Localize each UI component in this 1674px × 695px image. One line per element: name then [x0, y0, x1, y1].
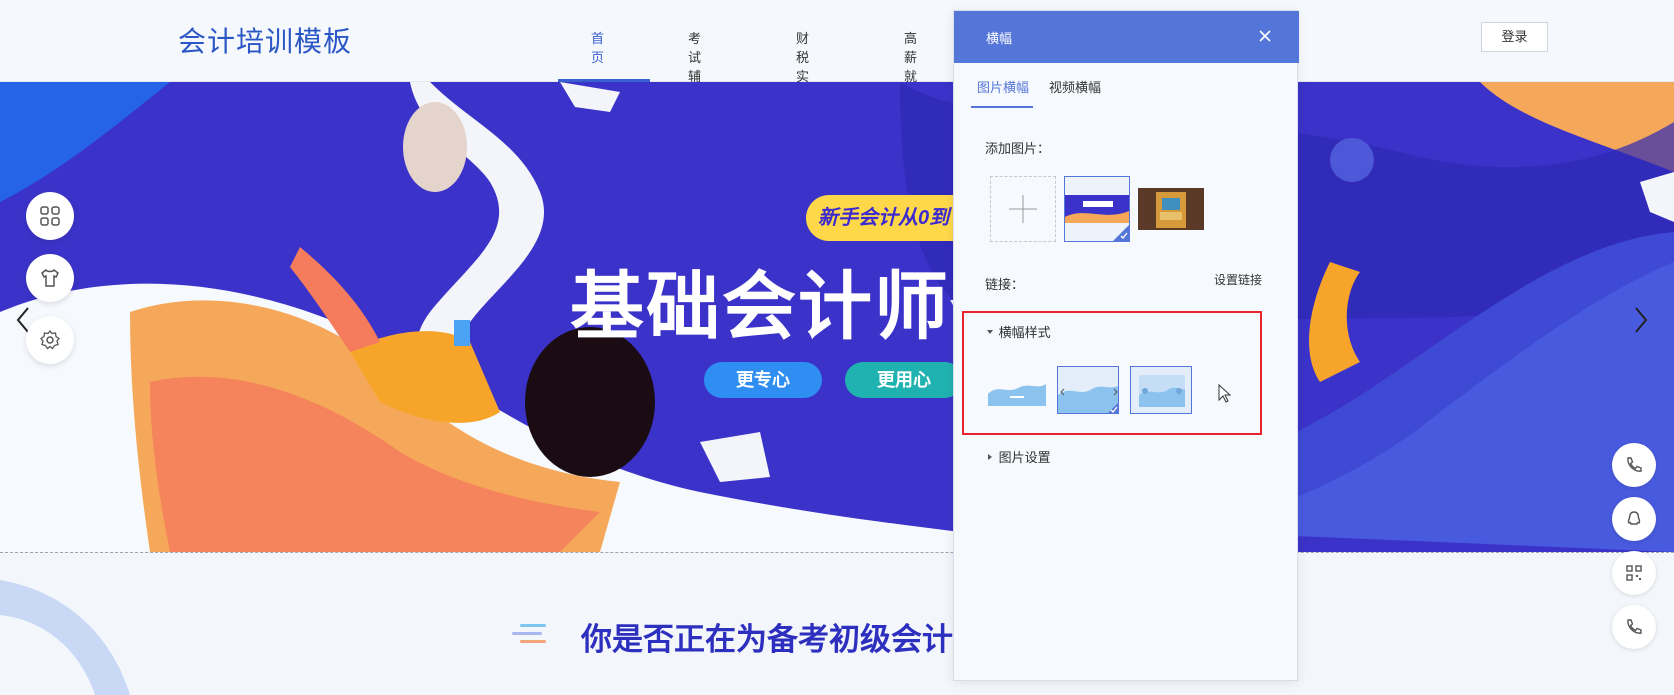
banner-image-thumbnail-2[interactable]	[1138, 176, 1204, 242]
add-image-button[interactable]	[990, 176, 1056, 242]
hero-banner: 新手会计从0到 基础会计师备 更专心 更用心	[0, 82, 1674, 552]
style-preview-arrows	[1058, 367, 1118, 413]
image-settings-toggle[interactable]: 图片设置	[985, 447, 1051, 466]
add-image-label: 添加图片：	[985, 141, 1051, 156]
shirt-icon	[41, 268, 59, 287]
heading-lines-icon	[512, 624, 546, 643]
site-header: 会计培训模板 首页 考试辅导 财税实务 高薪就业 登录	[0, 0, 1674, 103]
layout-tool-button[interactable]	[26, 192, 74, 240]
plus-icon	[1009, 195, 1037, 223]
settings-tool-button[interactable]	[26, 316, 74, 364]
chevron-right-icon	[1635, 307, 1648, 333]
panel-close-button[interactable]	[1254, 25, 1276, 47]
qr-code-icon	[1626, 565, 1642, 581]
panel-header: 横幅	[954, 11, 1299, 63]
banner-pill-care: 更用心	[845, 362, 963, 398]
gear-icon	[40, 329, 60, 350]
banner-style-toggle[interactable]: 横幅样式	[985, 322, 1051, 341]
style-preview-fullwidth	[988, 366, 1050, 414]
float-qq-button[interactable]	[1612, 497, 1656, 541]
banner-next-arrow[interactable]	[1630, 300, 1654, 340]
banner-pill-focus: 更专心	[704, 362, 822, 398]
qq-icon	[1627, 511, 1641, 525]
close-icon	[1259, 30, 1271, 42]
banner-image-thumbnail-1[interactable]	[1064, 176, 1130, 242]
image-settings-label: 图片设置	[998, 450, 1051, 465]
banner-style-option-2[interactable]	[1057, 366, 1119, 414]
tab-video-banner[interactable]: 视频横幅	[1049, 77, 1101, 96]
float-phone-button[interactable]	[1612, 443, 1656, 487]
caret-down-icon	[987, 330, 993, 334]
phone-icon	[1627, 619, 1642, 634]
link-label: 链接：	[985, 277, 1025, 292]
mouse-cursor-icon	[1218, 384, 1232, 403]
banner-style-option-1[interactable]	[988, 366, 1050, 414]
login-button[interactable]: 登录	[1481, 22, 1548, 52]
banner-style-label: 横幅样式	[998, 325, 1051, 340]
set-link-button[interactable]: 设置链接	[1214, 271, 1262, 288]
float-phone-button-2[interactable]	[1612, 605, 1656, 649]
style-preview-boxed	[1131, 367, 1191, 413]
panel-title: 横幅	[986, 31, 1013, 46]
banner-thumbnail-image	[1138, 176, 1204, 242]
site-logo[interactable]: 会计培训模板	[178, 20, 352, 60]
section-divider	[0, 552, 1674, 553]
float-qr-button[interactable]	[1612, 551, 1656, 595]
banner-style-option-3[interactable]	[1130, 366, 1192, 414]
selected-check-icon	[1113, 225, 1129, 241]
grid-icon	[40, 206, 60, 226]
tab-active-indicator	[971, 106, 1033, 108]
banner-settings-panel: 横幅 图片横幅 视频横幅 添加图片： 链接： 设置链接 横幅样式 图片设置	[953, 10, 1299, 681]
section-heading: 你是否正在为备考初级会计	[581, 622, 953, 657]
decorative-arc	[0, 580, 130, 695]
tab-image-banner[interactable]: 图片横幅	[977, 77, 1029, 96]
caret-right-icon	[988, 454, 992, 460]
theme-tool-button[interactable]	[26, 254, 74, 302]
nav-item-home[interactable]: 首页	[591, 28, 604, 66]
phone-icon	[1627, 457, 1642, 472]
